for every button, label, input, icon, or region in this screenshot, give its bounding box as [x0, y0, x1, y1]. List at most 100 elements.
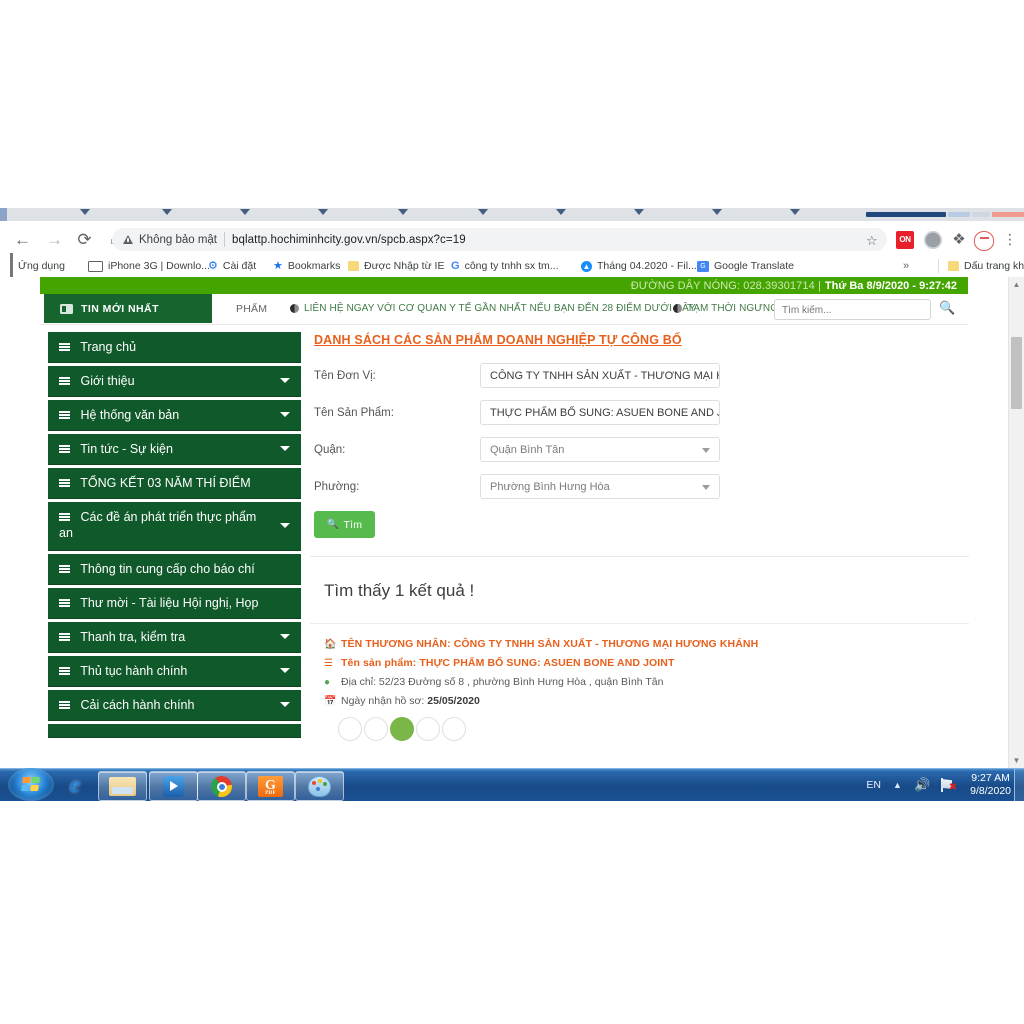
list-icon: [59, 633, 70, 642]
bookmark-company[interactable]: G công ty tnhh sx tm...: [451, 258, 559, 274]
search-submit-button[interactable]: 🔍 Tìm: [314, 511, 375, 538]
latest-news-tab[interactable]: TIN MỚI NHẤT: [44, 294, 212, 323]
sidebar-item-cac-de-an[interactable]: Các đề án phát triển thực phẩm an toàn: [10, 502, 301, 551]
oval-extension-icon[interactable]: [974, 231, 994, 251]
sidebar-item-trang-chu[interactable]: Trang chủ: [48, 332, 301, 363]
result-product-text: Tên sản phẩm: THỰC PHẨM BỔ SUNG: ASUEN B…: [341, 657, 675, 669]
district-select[interactable]: Quận Bình Tân: [480, 437, 720, 462]
chrome-button[interactable]: [197, 771, 246, 801]
site-search-box[interactable]: [774, 299, 931, 320]
start-button[interactable]: [8, 768, 54, 801]
bookmark-iphone[interactable]: iPhone 3G | Downlo...: [88, 258, 210, 274]
website-page: ĐƯỜNG DÂY NÓNG: 028.39301714 | Thứ Ba 8/…: [0, 277, 1009, 768]
sidebar-item-label: Thanh tra, kiểm tra: [80, 630, 186, 644]
ward-select[interactable]: Phường Bình Hưng Hòa: [480, 474, 720, 499]
nav-marquee[interactable]: LIÊN HỆ NGAY VỚI CƠ QUAN Y TẾ GẦN NHẤT N…: [290, 303, 696, 314]
page-scrollbar[interactable]: ▲ ▼: [1008, 277, 1024, 768]
device-icon: [88, 260, 103, 272]
windows-explorer-button[interactable]: [98, 771, 147, 801]
news-icon: [60, 303, 73, 314]
paint-button[interactable]: [295, 771, 344, 801]
globe-extension-icon[interactable]: [924, 231, 942, 249]
scroll-up-icon[interactable]: ▲: [1009, 277, 1024, 292]
search-icon[interactable]: 🔍: [939, 300, 955, 316]
sidebar-item-overflow-text: toàn: [10, 529, 35, 543]
language-indicator[interactable]: EN: [866, 779, 881, 791]
nav-paused-label: TẠM THỜI NGƯNG: [687, 303, 779, 314]
scrollbar-thumb[interactable]: [1011, 337, 1022, 409]
internet-explorer-icon[interactable]: e: [58, 772, 92, 798]
sidebar-item-tong-ket-03-nam[interactable]: TỔNG KẾT 03 NĂM THÍ ĐIỂM: [48, 468, 301, 499]
calendar-icon: 📅: [324, 695, 337, 707]
sidebar-item-thu-moi[interactable]: Thư mời - Tài liệu Hội nghị, Họp: [48, 588, 301, 619]
bookmark-label: Ứng dụng: [18, 260, 65, 272]
list-icon: [59, 377, 70, 386]
page-dot[interactable]: [338, 717, 362, 741]
reload-icon[interactable]: ⟳: [74, 229, 95, 250]
sidebar-item-tin-tuc-su-kien[interactable]: Tin tức - Sự kiện: [48, 434, 301, 465]
list-icon: [59, 513, 70, 522]
media-player-button[interactable]: [149, 771, 198, 801]
speaker-icon[interactable]: 🔊: [914, 777, 930, 793]
page-dot[interactable]: [416, 717, 440, 741]
datetime-label: Thứ Ba 8/9/2020 - 9:27:42: [824, 279, 957, 292]
result-item[interactable]: 🏠 TÊN THƯƠNG NHÂN: CÔNG TY TNHH SẢN XUẤT…: [310, 623, 969, 745]
pdf-reader-button[interactable]: G PDF: [246, 771, 295, 801]
clock[interactable]: 9:27 AM 9/8/2020: [970, 772, 1011, 798]
nav-paused[interactable]: TẠM THỜI NGƯNG: [673, 303, 778, 314]
other-bookmarks-button[interactable]: Dấu trang khác: [948, 258, 1024, 274]
security-label: Không bảo mật: [139, 233, 218, 246]
show-desktop-button[interactable]: [1014, 769, 1024, 801]
apps-grid-icon: [10, 252, 13, 280]
chevron-down-icon: [280, 634, 290, 639]
forward-icon[interactable]: →: [44, 229, 65, 250]
nav-ghost-item[interactable]: PHẨM: [236, 303, 267, 315]
sidebar-item-cai-cach-hanh-chinh[interactable]: Cải cách hành chính: [48, 690, 301, 721]
result-received-date: 25/05/2020: [427, 695, 480, 707]
network-error-icon[interactable]: ✖: [941, 778, 957, 793]
field-label: Quận:: [314, 443, 346, 456]
product-name-input[interactable]: THỰC PHẨM BỔ SUNG: ASUEN BONE AND J: [480, 400, 720, 425]
bookmark-label: Được Nhập từ IE: [364, 260, 445, 272]
page-dot[interactable]: [442, 717, 466, 741]
tab-band: [972, 212, 990, 217]
page-dot[interactable]: [364, 717, 388, 741]
clock-time: 9:27 AM: [971, 772, 1010, 784]
star-icon[interactable]: ☆: [866, 233, 878, 249]
sidebar-item-thanh-tra[interactable]: Thanh tra, kiểm tra: [48, 622, 301, 653]
bookmark-apps[interactable]: Ứng dụng: [10, 252, 65, 280]
scroll-down-icon[interactable]: ▼: [1009, 753, 1024, 768]
unit-name-input[interactable]: CÔNG TY TNHH SẢN XUẤT - THƯƠNG MẠI H: [480, 363, 720, 388]
sidebar-item-label: Trang chủ: [80, 340, 137, 354]
bookmark-bookmarks[interactable]: ★ Bookmarks: [273, 258, 340, 274]
kebab-menu-icon[interactable]: ⋮: [1003, 232, 1017, 247]
sidebar-item-gioi-thieu[interactable]: Giới thiệu: [48, 366, 301, 397]
field-label: Tên Sản Phẩm:: [314, 406, 394, 419]
bookmark-ie-import[interactable]: Được Nhập từ IE: [348, 258, 444, 274]
bookmarks-overflow-icon[interactable]: »: [903, 258, 909, 274]
bookmark-thang04[interactable]: ▲ Tháng 04.2020 - Fil...: [581, 258, 697, 274]
tab-marker: [556, 209, 566, 215]
address-bar[interactable]: Không bảo mật bqlattp.hochiminhcity.gov.…: [112, 228, 887, 251]
chevron-up-icon[interactable]: ▲: [893, 780, 902, 790]
tab-band: [992, 212, 1024, 217]
search-input[interactable]: [775, 301, 930, 320]
bookmark-settings[interactable]: ⚙ Cài đặt: [208, 258, 256, 274]
tab-strip[interactable]: [0, 208, 1024, 232]
list-icon: [59, 479, 70, 488]
page-title: DANH SÁCH CÁC SẢN PHẨM DOANH NGHIỆP TỰ C…: [314, 333, 682, 347]
sidebar-item-he-thong-van-ban[interactable]: Hệ thống văn bản: [48, 400, 301, 431]
bookmark-translate[interactable]: G Google Translate: [697, 258, 794, 274]
page-dot-active[interactable]: [390, 717, 414, 741]
tab-marker: [80, 209, 90, 215]
windows-media-player-icon: [163, 776, 184, 797]
sidebar-item-label: Thư mời - Tài liệu Hội nghị, Họp: [80, 596, 259, 610]
puzzle-extensions-icon[interactable]: ❖: [950, 231, 968, 249]
back-icon[interactable]: ←: [12, 229, 33, 250]
sidebar-item-thong-tin-bao-chi[interactable]: Thông tin cung cấp cho báo chí: [48, 554, 301, 585]
sidebar-item-thu-tuc-hanh-chinh[interactable]: Thủ tục hành chính: [48, 656, 301, 687]
on-extension-icon[interactable]: ON: [896, 231, 914, 249]
main-content: DANH SÁCH CÁC SẢN PHẨM DOANH NGHIỆP TỰ C…: [310, 329, 969, 745]
sidebar-item-partial[interactable]: [48, 724, 301, 738]
pagination[interactable]: [338, 717, 969, 741]
